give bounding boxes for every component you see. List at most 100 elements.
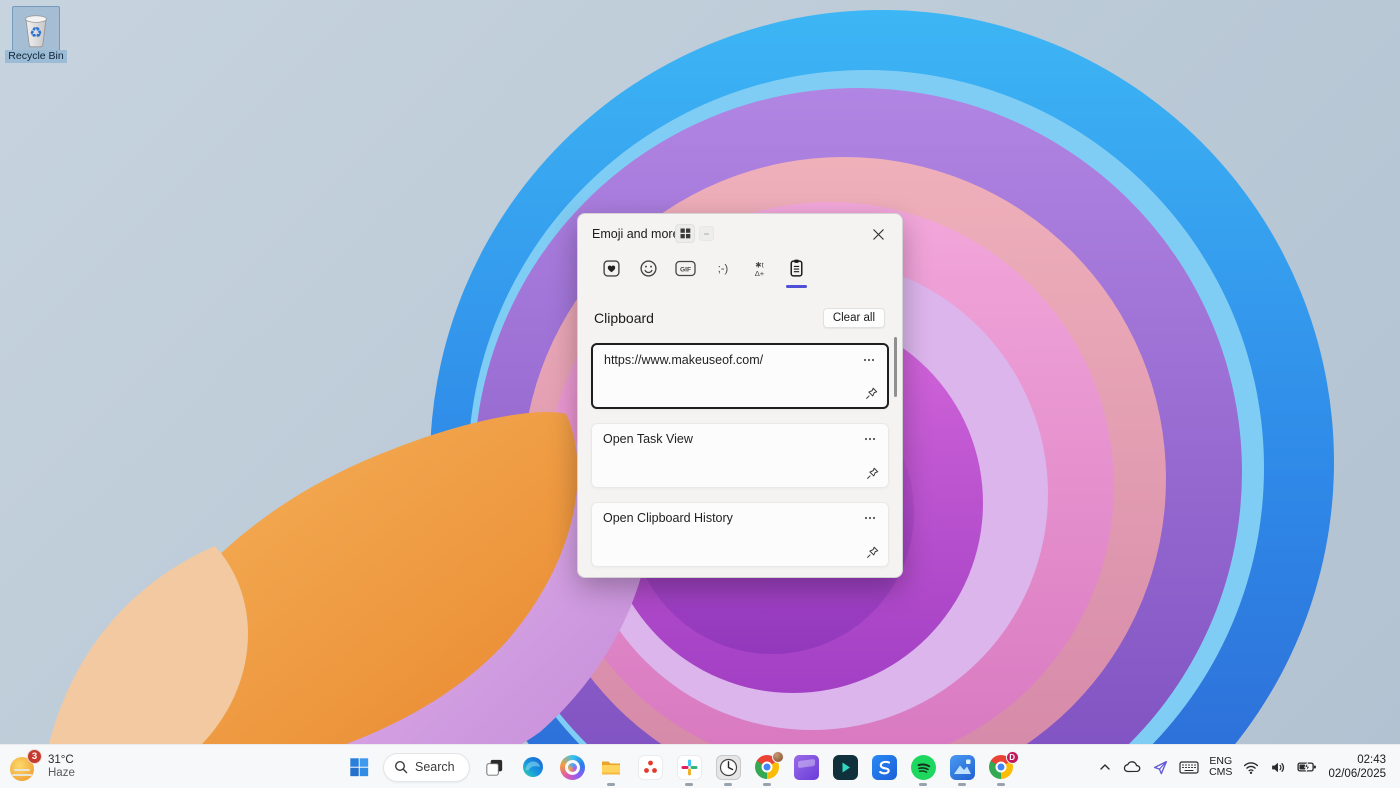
tab-symbols[interactable]: ✱t Δ+	[748, 255, 771, 281]
selected-tab-underline	[786, 285, 807, 288]
clipboard-item-text: https://www.makeuseof.com/	[604, 353, 763, 367]
clipboard-items: https://www.makeuseof.com/ Open Task Vie…	[591, 343, 889, 581]
recycle-bin-label: Recycle Bin	[5, 50, 66, 63]
tray-overflow-button[interactable]	[1092, 749, 1118, 785]
battery-button[interactable]	[1292, 749, 1322, 785]
panel-grid-button[interactable]	[675, 224, 695, 243]
chrome-profile-d-app[interactable]: D	[983, 749, 1020, 786]
svg-text:Δ+: Δ+	[755, 268, 765, 277]
tab-emoji[interactable]	[637, 255, 660, 281]
grid-icon	[680, 228, 691, 239]
desktop: ♻ Recycle Bin Emoji and more	[0, 0, 1400, 788]
emoji-clipboard-panel: Emoji and more	[577, 213, 903, 578]
edge-icon	[521, 755, 545, 779]
purple-media-icon	[794, 755, 819, 780]
task-view-button[interactable]	[476, 749, 513, 786]
item-more-button[interactable]	[860, 352, 878, 368]
wifi-button[interactable]	[1237, 749, 1265, 785]
language-line2: CMS	[1209, 767, 1232, 779]
spotify-app[interactable]	[905, 749, 942, 786]
file-explorer-app[interactable]	[593, 749, 630, 786]
speaker-icon	[1270, 760, 1287, 775]
photos-icon	[950, 755, 975, 780]
copilot-app[interactable]	[554, 749, 591, 786]
copilot-icon	[560, 755, 585, 780]
clock-icon	[716, 755, 741, 780]
file-explorer-icon	[599, 755, 623, 779]
clipboard-item[interactable]: Open Clipboard History	[591, 502, 889, 567]
clipboard-item-text: Open Task View	[603, 432, 693, 446]
onedrive-tray-icon-button[interactable]	[1118, 749, 1147, 785]
send-tray-icon-button[interactable]	[1147, 749, 1174, 785]
panel-title: Emoji and more	[592, 227, 680, 241]
recycle-bin-shortcut[interactable]: ♻ Recycle Bin	[4, 6, 68, 63]
taskbar: 3 31°C Haze Search	[0, 744, 1400, 788]
smiley-icon	[639, 259, 658, 278]
battery-charging-icon	[1297, 760, 1317, 774]
chrome-profile-d-badge: D	[1006, 751, 1019, 764]
chrome-app[interactable]	[749, 749, 786, 786]
panel-options-button[interactable]	[699, 226, 714, 241]
tray-date: 02/06/2025	[1328, 767, 1386, 781]
language-switcher[interactable]: ENG CMS	[1204, 749, 1237, 785]
photos-app[interactable]	[944, 749, 981, 786]
start-button[interactable]	[340, 749, 377, 786]
spotify-icon	[911, 755, 936, 780]
windows-logo-icon	[348, 756, 370, 778]
clipboard-item-text: Open Clipboard History	[603, 511, 733, 525]
video-play-app[interactable]	[827, 749, 864, 786]
ellipsis-icon	[864, 437, 876, 441]
volume-button[interactable]	[1265, 749, 1292, 785]
sync-icon	[872, 755, 897, 780]
keyboard-icon	[1179, 760, 1199, 775]
item-more-button[interactable]	[861, 431, 879, 447]
cloud-icon	[1123, 759, 1142, 775]
tab-kaomoji[interactable]: ;-)	[711, 255, 734, 281]
search-box[interactable]: Search	[383, 753, 470, 782]
red-dots-icon	[638, 755, 663, 780]
purple-media-app[interactable]	[788, 749, 825, 786]
tray-time: 02:43	[1328, 753, 1386, 767]
panel-tabs: GIF ;-) ✱t Δ+	[600, 255, 808, 281]
weather-temperature: 31°C	[48, 754, 75, 767]
task-view-icon	[483, 756, 506, 779]
recycle-bin-icon: ♻	[17, 8, 55, 50]
item-pin-button[interactable]	[863, 464, 881, 482]
red-dots-app[interactable]	[632, 749, 669, 786]
item-pin-button[interactable]	[863, 543, 881, 561]
clock-date-button[interactable]: 02:43 02/06/2025	[1322, 753, 1394, 781]
symbols-icon: ✱t Δ+	[750, 259, 769, 278]
recent-icon	[602, 259, 621, 278]
panel-close-button[interactable]	[866, 222, 890, 246]
kaomoji-icon: ;-)	[712, 259, 734, 277]
pin-icon	[864, 386, 879, 401]
tab-gif[interactable]: GIF	[674, 255, 697, 281]
chrome-profile-photo	[772, 751, 784, 763]
taskbar-center: Search	[340, 745, 1020, 788]
item-more-button[interactable]	[861, 510, 879, 526]
tab-recent[interactable]	[600, 255, 623, 281]
slack-app[interactable]	[671, 749, 708, 786]
clock-app[interactable]	[710, 749, 747, 786]
sync-app[interactable]	[866, 749, 903, 786]
wifi-icon	[1242, 760, 1260, 775]
tab-clipboard[interactable]	[785, 255, 808, 281]
gif-icon: GIF	[675, 260, 696, 277]
clipboard-item[interactable]: Open Task View	[591, 423, 889, 488]
close-icon	[872, 228, 885, 241]
search-icon	[394, 760, 408, 774]
weather-widget[interactable]: 3 31°C Haze	[10, 745, 75, 788]
panel-scrollbar[interactable]	[894, 337, 897, 397]
edge-app[interactable]	[515, 749, 552, 786]
paper-plane-icon	[1152, 759, 1169, 776]
pin-icon	[865, 466, 880, 481]
clipboard-item[interactable]: https://www.makeuseof.com/	[591, 343, 889, 409]
weather-icon: 3	[10, 753, 40, 781]
slack-icon	[677, 755, 702, 780]
clear-all-button[interactable]: Clear all	[823, 308, 885, 328]
weather-condition: Haze	[48, 767, 75, 780]
item-pin-button[interactable]	[862, 384, 880, 402]
chevron-up-icon	[1097, 759, 1113, 775]
recycle-bin-selection: ♻	[12, 6, 60, 51]
touch-keyboard-button[interactable]	[1174, 749, 1204, 785]
